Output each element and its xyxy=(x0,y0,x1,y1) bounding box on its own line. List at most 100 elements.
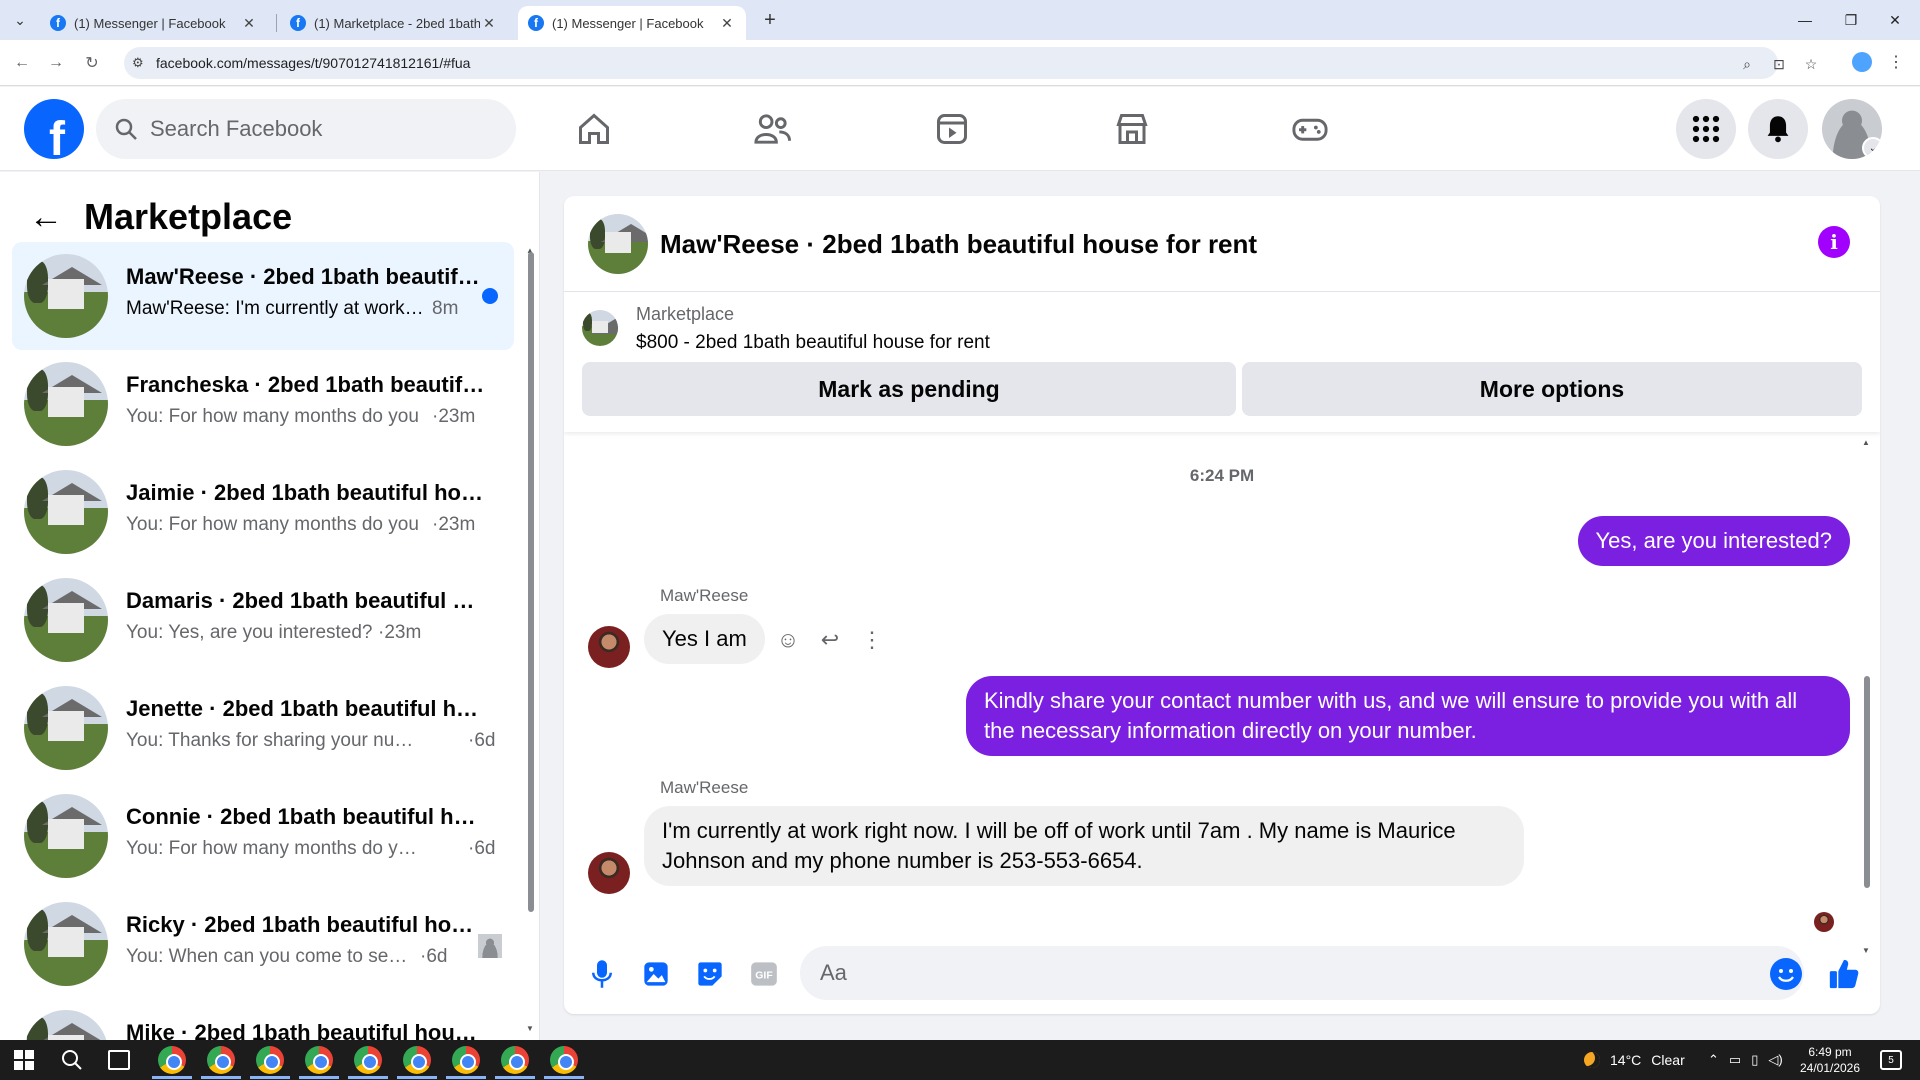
app-running-indicator xyxy=(544,1076,584,1079)
address-bar[interactable]: ⚙ facebook.com/messages/t/90701274181216… xyxy=(124,47,1817,79)
bookmark-star-icon[interactable]: ☆ xyxy=(1800,53,1822,75)
conversation-item-mike[interactable]: Mike · 2bed 1bath beautiful house for re… xyxy=(12,998,514,1040)
conversation-list: Maw'Reese · 2bed 1bath beautiful house f… xyxy=(12,242,514,1040)
profile-avatar[interactable]: ⌄ xyxy=(1822,99,1882,159)
volume-icon[interactable]: ◁) xyxy=(1768,1052,1782,1068)
chrome-app-icon[interactable] xyxy=(354,1046,382,1074)
conversation-time: ·23m xyxy=(432,514,476,535)
windows-taskbar: 14°C Clear ⌃ ▭ ▯ ◁) 6:49 pm 24/01/2026 5 xyxy=(0,1040,1920,1080)
listing-price-title[interactable]: $800 - 2bed 1bath beautiful house for re… xyxy=(636,332,990,354)
conversation-item-jaimie[interactable]: Jaimie · 2bed 1bath beautiful house for … xyxy=(12,458,514,566)
extension-icon[interactable] xyxy=(1852,52,1872,72)
microphone-icon[interactable] xyxy=(584,956,620,992)
photo-icon[interactable] xyxy=(638,956,674,992)
new-tab-plus-icon[interactable]: + xyxy=(758,8,782,32)
facebook-logo-icon[interactable]: f xyxy=(24,99,84,159)
menu-grid-icon[interactable] xyxy=(1676,99,1736,159)
marketplace-sidebar: ← Marketplace Maw'Reese · 2bed 1bath bea… xyxy=(0,172,540,1040)
chevron-down-icon[interactable]: ⌄ xyxy=(1862,137,1882,159)
clock-time: 6:49 pm xyxy=(1808,1045,1852,1059)
close-tab-icon[interactable]: ✕ xyxy=(240,15,258,32)
conversation-item-jenette[interactable]: Jenette · 2bed 1bath beautiful house for… xyxy=(12,674,514,782)
conversation-item-mawreese[interactable]: Maw'Reese · 2bed 1bath beautiful house f… xyxy=(12,242,514,350)
scroll-up-arrow-icon[interactable]: ▲ xyxy=(1862,438,1870,447)
sender-avatar[interactable] xyxy=(588,852,630,894)
conversation-item-ricky[interactable]: Ricky · 2bed 1bath beautiful house for r… xyxy=(12,890,514,998)
chrome-app-icon[interactable] xyxy=(305,1046,333,1074)
back-arrow-icon[interactable]: ← xyxy=(28,198,64,236)
marketplace-icon[interactable] xyxy=(1112,109,1152,149)
chat-scrollbar[interactable]: ▲ ▼ xyxy=(1862,438,1870,956)
close-tab-icon[interactable]: ✕ xyxy=(480,15,498,32)
search-icon[interactable] xyxy=(60,1048,84,1072)
restore-icon[interactable]: ❐ xyxy=(1836,8,1866,32)
gaming-icon[interactable] xyxy=(1290,109,1330,149)
chat-title[interactable]: Maw'Reese · 2bed 1bath beautiful house f… xyxy=(660,229,1257,260)
emoji-icon[interactable] xyxy=(1770,958,1802,990)
chrome-app-icon[interactable] xyxy=(452,1046,480,1074)
sticker-icon[interactable] xyxy=(692,956,728,992)
like-thumbs-up-icon[interactable] xyxy=(1826,956,1862,992)
chrome-app-icon[interactable] xyxy=(207,1046,235,1074)
chat-panel: Maw'Reese · 2bed 1bath beautiful house f… xyxy=(564,196,1880,1014)
incoming-message-bubble[interactable]: Yes I am xyxy=(644,614,765,664)
notifications-bell-icon[interactable] xyxy=(1748,99,1808,159)
scrollbar-thumb[interactable] xyxy=(1864,676,1870,888)
facebook-favicon-icon: f xyxy=(290,15,306,31)
mark-as-pending-button[interactable]: Mark as pending xyxy=(582,362,1236,416)
more-options-button[interactable]: More options xyxy=(1242,362,1862,416)
conversation-preview: You: For how many months do you xyxy=(126,514,419,535)
chrome-app-icon[interactable] xyxy=(403,1046,431,1074)
info-icon[interactable]: i xyxy=(1818,226,1850,258)
search-input[interactable] xyxy=(150,113,490,145)
tab-search-button[interactable]: ⌄ xyxy=(8,8,32,32)
reply-arrow-icon[interactable]: ↩ xyxy=(816,626,844,654)
chrome-app-icon[interactable] xyxy=(158,1046,186,1074)
taskbar-clock[interactable]: 6:49 pm 24/01/2026 xyxy=(1790,1044,1870,1076)
incoming-message-bubble[interactable]: I'm currently at work right now. I will … xyxy=(644,806,1524,886)
chat-avatar[interactable] xyxy=(588,214,648,274)
message-input-field[interactable] xyxy=(800,946,1804,1000)
browser-tab-3[interactable]: f (1) Messenger | Facebook ✕ xyxy=(518,6,746,40)
unread-dot-icon xyxy=(482,288,498,304)
react-emoji-icon[interactable]: ☺ xyxy=(774,626,802,654)
forward-arrow-icon[interactable]: → xyxy=(44,51,68,75)
reload-icon[interactable]: ↻ xyxy=(80,51,104,75)
outgoing-message-bubble[interactable]: Kindly share your contact number with us… xyxy=(966,676,1850,756)
conversation-item-damaris[interactable]: Damaris · 2bed 1bath beautiful house for… xyxy=(12,566,514,674)
outgoing-message-bubble[interactable]: Yes, are you interested? xyxy=(1577,516,1850,566)
site-settings-icon[interactable]: ⚙ xyxy=(132,55,144,71)
message-input[interactable] xyxy=(820,958,1740,988)
browser-tab-1[interactable]: f (1) Messenger | Facebook ✕ xyxy=(40,6,268,40)
chrome-app-icon[interactable] xyxy=(256,1046,284,1074)
chevron-up-icon[interactable]: ⌃ xyxy=(1708,1052,1719,1068)
sender-avatar[interactable] xyxy=(588,626,630,668)
browser-tab-2[interactable]: f (1) Marketplace - 2bed 1bath b ✕ xyxy=(280,6,508,40)
facebook-search[interactable] xyxy=(96,99,516,159)
gif-icon[interactable]: GIF xyxy=(746,956,782,992)
install-app-icon[interactable]: ⊡ xyxy=(1768,53,1790,75)
weather-widget[interactable]: 14°C Clear xyxy=(1584,1052,1685,1068)
conversation-item-connie[interactable]: Connie · 2bed 1bath beautiful house for … xyxy=(12,782,514,890)
minimize-icon[interactable]: — xyxy=(1790,8,1820,32)
friends-icon[interactable] xyxy=(752,109,792,149)
conversation-item-francheska[interactable]: Francheska · 2bed 1bath beautiful house … xyxy=(12,350,514,458)
sidebar-scrollbar[interactable] xyxy=(528,252,534,912)
browser-menu-icon[interactable]: ⋮ xyxy=(1888,52,1904,72)
zoom-icon[interactable]: ⌕ xyxy=(1736,53,1758,75)
chrome-app-icon[interactable] xyxy=(550,1046,578,1074)
close-tab-icon[interactable]: ✕ xyxy=(718,15,736,32)
scroll-down-arrow-icon[interactable]: ▼ xyxy=(526,1024,534,1033)
network-icon[interactable]: ▭ xyxy=(1729,1052,1741,1068)
notification-center-icon[interactable]: 5 xyxy=(1880,1050,1902,1070)
windows-start-icon[interactable] xyxy=(14,1050,34,1070)
chrome-app-icon[interactable] xyxy=(501,1046,529,1074)
task-view-icon[interactable] xyxy=(108,1050,130,1070)
home-icon[interactable] xyxy=(574,109,614,149)
back-arrow-icon[interactable]: ← xyxy=(10,51,34,75)
listing-thumbnail xyxy=(24,254,108,338)
video-icon[interactable] xyxy=(932,109,972,149)
close-window-icon[interactable]: ✕ xyxy=(1880,8,1910,32)
battery-icon[interactable]: ▯ xyxy=(1751,1052,1758,1068)
more-vertical-icon[interactable]: ⋮ xyxy=(858,626,886,654)
